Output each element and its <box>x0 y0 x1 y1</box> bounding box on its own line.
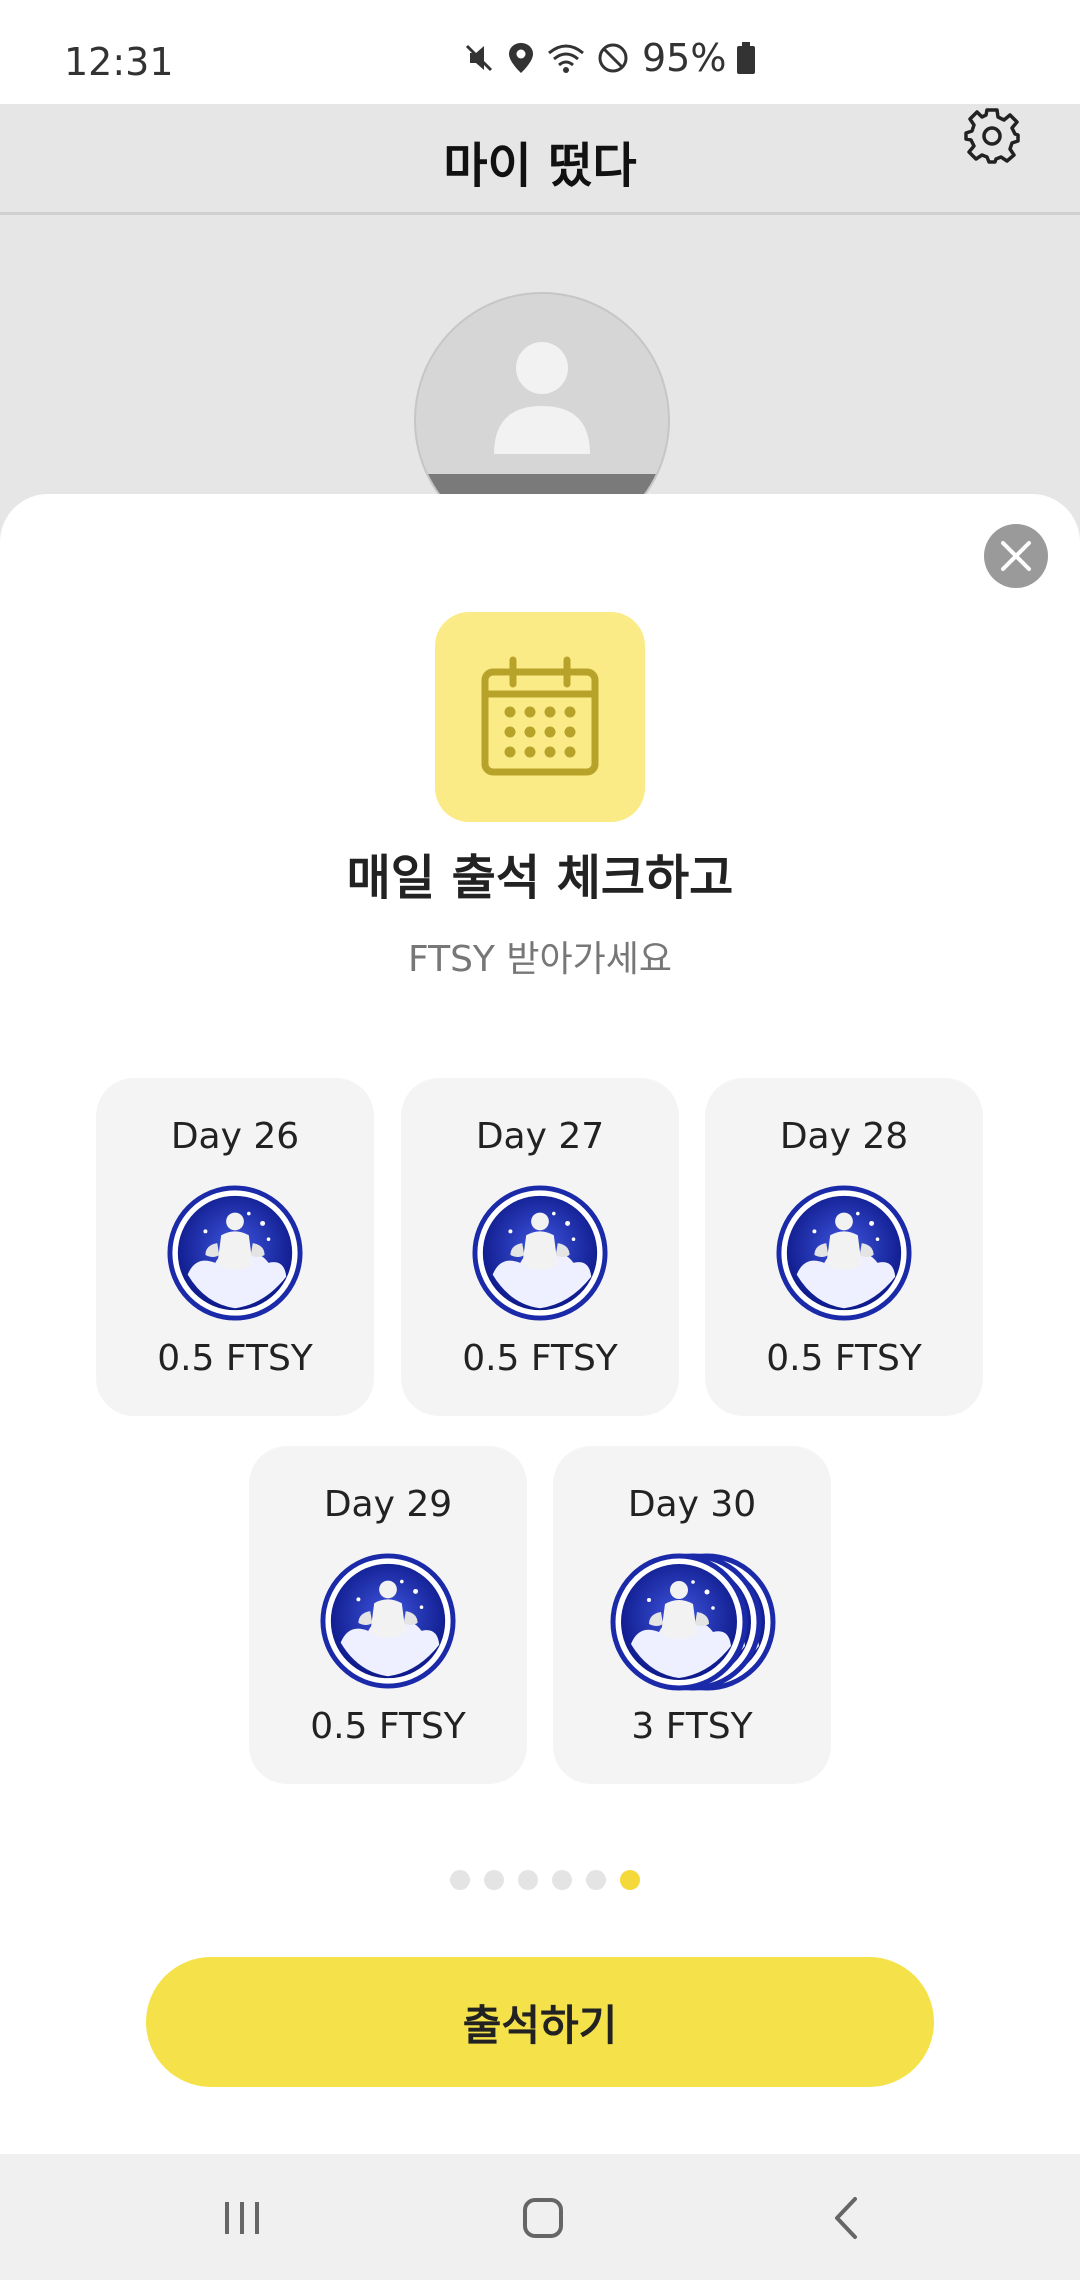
recent-apps-button[interactable] <box>200 2176 284 2260</box>
top-app-bar: 마이 떴다 <box>0 104 1080 215</box>
close-button[interactable] <box>984 524 1048 588</box>
day-card: Day 28 0.5 FTSY <box>705 1078 983 1416</box>
mute-icon <box>465 44 493 72</box>
home-button[interactable] <box>501 2176 585 2260</box>
page-indicator <box>450 1870 640 1890</box>
day-card: Day 29 0.5 FTSY <box>249 1446 527 1784</box>
day-label: Day 27 <box>475 1116 605 1157</box>
ftsy-coin-icon <box>775 1184 913 1322</box>
status-time: 12:31 <box>64 40 174 84</box>
check-in-button[interactable]: 출석하기 <box>146 1957 934 2087</box>
back-icon <box>835 2197 857 2239</box>
gear-icon[interactable] <box>962 106 1022 166</box>
close-icon <box>1001 541 1031 571</box>
page-title: 마이 떴다 <box>443 138 637 194</box>
do-not-disturb-icon <box>598 43 628 73</box>
wifi-icon <box>548 44 584 73</box>
day-reward: 0.5 FTSY <box>157 1338 313 1379</box>
day-card: Day 27 0.5 FTSY <box>401 1078 679 1416</box>
modal-title: 매일 출석 체크하고 <box>346 850 734 906</box>
page-dot[interactable] <box>552 1870 572 1890</box>
day-reward: 0.5 FTSY <box>310 1706 466 1747</box>
location-icon <box>509 43 533 73</box>
ftsy-coin-icon <box>319 1552 457 1690</box>
ftsy-coin-icon <box>166 1184 304 1322</box>
day-card: Day 26 0.5 FTSY <box>96 1078 374 1416</box>
status-bar: 12:31 95% <box>0 0 1080 104</box>
battery-icon <box>737 42 756 74</box>
day-reward: 0.5 FTSY <box>766 1338 922 1379</box>
back-button[interactable] <box>805 2176 889 2260</box>
day-reward: 3 FTSY <box>631 1706 753 1747</box>
calendar-tile <box>435 612 645 822</box>
modal-subtitle: FTSY 받아가세요 <box>408 939 672 980</box>
day-label: Day 26 <box>170 1116 300 1157</box>
ftsy-coin-icon <box>471 1184 609 1322</box>
page-dot[interactable] <box>518 1870 538 1890</box>
page-dot-active[interactable] <box>620 1870 640 1890</box>
day-label: Day 30 <box>627 1484 757 1525</box>
day-label: Day 29 <box>323 1484 453 1525</box>
day-card: Day 30 3 FTSY <box>553 1446 831 1784</box>
home-icon <box>523 2198 563 2238</box>
calendar-icon <box>481 656 599 776</box>
day-label: Day 28 <box>779 1116 909 1157</box>
page-dot[interactable] <box>450 1870 470 1890</box>
page-dot[interactable] <box>586 1870 606 1890</box>
day-reward: 0.5 FTSY <box>462 1338 618 1379</box>
system-nav-bar <box>0 2154 1080 2280</box>
page-dot[interactable] <box>484 1870 504 1890</box>
recent-apps-icon <box>225 2202 259 2234</box>
ftsy-coin-stack-icon <box>609 1552 779 1692</box>
battery-percent: 95% <box>642 36 727 80</box>
status-icons: 95% <box>462 36 756 80</box>
